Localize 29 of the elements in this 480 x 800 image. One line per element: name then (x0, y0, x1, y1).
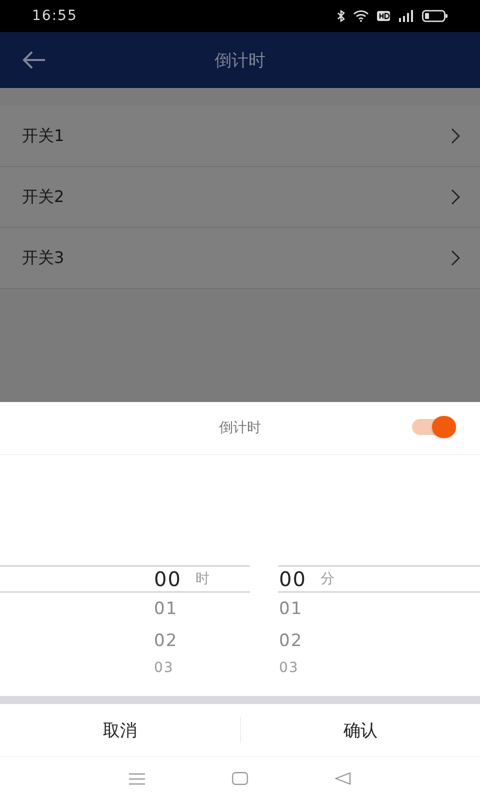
back-arrow-icon[interactable] (22, 51, 46, 69)
switch-list-item[interactable]: 开关3 (0, 228, 480, 289)
picker-value[interactable]: 00 (154, 567, 182, 591)
picker-value[interactable]: 00 (279, 567, 306, 591)
picker-value[interactable]: 02 (154, 631, 178, 651)
wifi-icon (353, 10, 369, 22)
home-icon[interactable] (232, 772, 248, 785)
countdown-toggle[interactable] (412, 419, 454, 435)
switch-list-item[interactable]: 开关2 (0, 167, 480, 228)
chevron-right-icon (451, 250, 460, 266)
page-title: 倒计时 (214, 50, 266, 72)
picker-value[interactable]: 03 (154, 660, 174, 676)
hd-icon (377, 11, 390, 21)
picker-unit: 分 (320, 570, 334, 588)
picker-value[interactable]: 03 (279, 660, 299, 676)
bluetooth-icon (337, 10, 345, 22)
picker-value[interactable]: 01 (154, 599, 178, 619)
menu-icon[interactable] (128, 772, 145, 784)
switch-list-item[interactable]: 开关1 (0, 106, 480, 167)
picker-value[interactable]: 02 (279, 631, 303, 651)
status-time: 16:55 (32, 8, 78, 24)
chevron-right-icon (451, 128, 460, 144)
chevron-right-icon (451, 189, 460, 205)
picker-unit: 时 (195, 570, 210, 588)
sheet-title: 倒计时 (219, 419, 261, 437)
back-icon[interactable] (335, 772, 352, 785)
picker-value[interactable]: 01 (279, 599, 303, 619)
battery-icon (422, 10, 448, 22)
signal-icon (398, 10, 414, 22)
